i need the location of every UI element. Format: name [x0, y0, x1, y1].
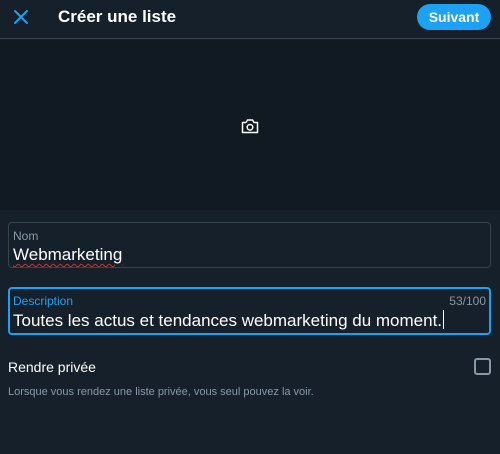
dialog-header: Créer une liste Suivant: [0, 0, 500, 39]
close-icon: [14, 10, 28, 24]
dialog-title: Créer une liste: [58, 7, 177, 26]
private-toggle-label: Rendre privée: [8, 359, 96, 375]
description-field-value[interactable]: Toutes les actus et tendances webmarketi…: [13, 310, 445, 331]
description-text: Toutes les actus et tendances webmarketi…: [13, 311, 443, 330]
description-char-counter: 53/100: [449, 294, 486, 308]
text-caret: [443, 310, 445, 329]
close-button[interactable]: [8, 4, 34, 30]
name-field[interactable]: Nom Webmarketing: [8, 222, 491, 268]
banner-image-area: [0, 40, 500, 210]
description-field-label: Description: [13, 294, 74, 308]
private-checkbox[interactable]: [474, 358, 491, 375]
name-field-value[interactable]: Webmarketing: [13, 245, 122, 265]
camera-icon: [241, 119, 259, 134]
description-field[interactable]: Description 53/100 Toutes les actus et t…: [8, 287, 491, 335]
next-button[interactable]: Suivant: [417, 4, 491, 30]
name-field-label: Nom: [13, 229, 39, 243]
private-help-text: Lorsque vous rendez une liste privée, vo…: [8, 386, 314, 398]
add-photo-button[interactable]: [238, 114, 262, 138]
